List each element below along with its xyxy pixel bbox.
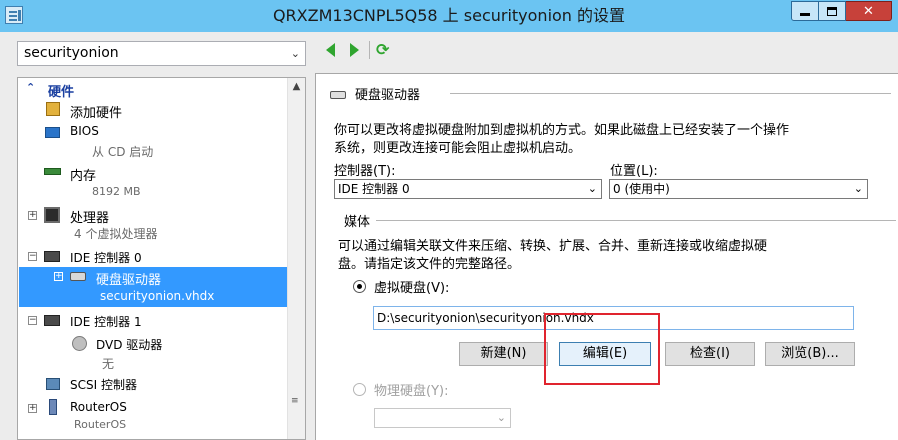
tree-item-sublabel: 4 个虚拟处理器 bbox=[74, 227, 158, 241]
tree-item-bios[interactable]: BIOS 从 CD 启动 bbox=[18, 124, 288, 162]
hard-drive-icon bbox=[70, 272, 86, 281]
inspect-button[interactable]: 检查(I) bbox=[665, 342, 755, 366]
virtual-disk-label: 虚拟硬盘(V): bbox=[374, 281, 450, 296]
controller-label: 控制器(T): bbox=[334, 164, 396, 179]
close-button[interactable]: ✕ bbox=[846, 1, 892, 21]
tree-item-label: BIOS bbox=[70, 124, 99, 138]
physical-disk-radio[interactable] bbox=[353, 383, 366, 396]
hard-drive-icon bbox=[330, 91, 346, 99]
tree-item-label: SCSI 控制器 bbox=[70, 378, 137, 392]
tree-item-memory[interactable]: 内存 8192 MB bbox=[18, 164, 288, 202]
section-divider bbox=[450, 93, 891, 94]
scroll-up-arrow-icon[interactable]: ▲ bbox=[288, 78, 305, 95]
tree-scrollbar[interactable]: ▲ ≡ bbox=[287, 78, 305, 439]
window-controls: ✕ bbox=[791, 1, 892, 23]
scroll-grip-icon[interactable]: ≡ bbox=[291, 396, 301, 406]
bios-icon bbox=[45, 127, 60, 138]
location-label: 位置(L): bbox=[610, 164, 658, 179]
physical-disk-label: 物理硬盘(Y): bbox=[374, 384, 449, 399]
tree-item-label: 内存 bbox=[70, 169, 97, 184]
controller-value: IDE 控制器 0 bbox=[338, 182, 410, 196]
physical-disk-dropdown[interactable]: ⌄ bbox=[374, 408, 511, 428]
media-description-line-1: 可以通过编辑关联文件来压缩、转换、扩展、合并、重新连接或收缩虚拟硬 bbox=[338, 239, 768, 254]
title-bar: QRXZM13CNPL5Q58 上 securityonion 的设置 ✕ bbox=[0, 0, 898, 32]
expand-icon[interactable]: + bbox=[28, 404, 37, 413]
dvd-disc-icon bbox=[72, 336, 87, 351]
tree-item-network-routeros[interactable]: + RouterOS RouterOS bbox=[18, 399, 288, 437]
back-arrow-icon[interactable] bbox=[326, 43, 335, 57]
forward-arrow-icon[interactable] bbox=[350, 43, 359, 57]
settings-window: QRXZM13CNPL5Q58 上 securityonion 的设置 ✕ se… bbox=[0, 0, 898, 440]
minimize-icon bbox=[800, 12, 810, 16]
tree-item-label: IDE 控制器 1 bbox=[70, 315, 142, 329]
minimize-button[interactable] bbox=[791, 1, 819, 21]
tree-item-hard-drive[interactable]: + 硬盘驱动器 securityonion.vhdx bbox=[18, 268, 288, 306]
maximize-icon bbox=[827, 6, 837, 16]
tree-item-sublabel: RouterOS bbox=[74, 418, 127, 431]
ide-controller-icon bbox=[44, 251, 60, 262]
vm-select-value: securityonion bbox=[24, 45, 119, 61]
tree-item-scsi-controller[interactable]: SCSI 控制器 bbox=[18, 376, 288, 394]
processor-icon bbox=[44, 207, 60, 223]
tree-item-sublabel: 从 CD 启动 bbox=[92, 145, 154, 159]
close-icon: ✕ bbox=[863, 3, 874, 19]
collapse-icon[interactable]: − bbox=[28, 252, 37, 261]
add-hardware-icon bbox=[46, 102, 60, 116]
maximize-button[interactable] bbox=[819, 1, 846, 21]
expand-icon[interactable]: + bbox=[54, 272, 63, 281]
network-adapter-icon bbox=[49, 399, 57, 415]
collapse-chevron-icon: ⌃ bbox=[26, 81, 36, 94]
tree-item-sublabel: 8192 MB bbox=[92, 185, 141, 198]
tree-item-dvd-drive[interactable]: DVD 驱动器 无 bbox=[18, 334, 288, 372]
chevron-down-icon: ⌄ bbox=[290, 47, 300, 60]
tree-item-ide-controller-1[interactable]: − IDE 控制器 1 bbox=[18, 312, 288, 330]
chevron-down-icon: ⌄ bbox=[496, 411, 506, 424]
new-button[interactable]: 新建(N) bbox=[459, 342, 548, 366]
chevron-down-icon: ⌄ bbox=[853, 182, 863, 195]
scsi-controller-icon bbox=[46, 378, 60, 390]
tree-item-label: 添加硬件 bbox=[70, 106, 123, 121]
tree-item-processor[interactable]: + 处理器 4 个虚拟处理器 bbox=[18, 206, 288, 244]
tree-item-ide-controller-0[interactable]: − IDE 控制器 0 bbox=[18, 248, 288, 266]
collapse-icon[interactable]: − bbox=[28, 316, 37, 325]
media-divider bbox=[376, 220, 896, 221]
tree-item-sublabel: securityonion.vhdx bbox=[100, 289, 215, 303]
window-title: QRXZM13CNPL5Q58 上 securityonion 的设置 bbox=[272, 6, 626, 25]
media-title: 媒体 bbox=[344, 215, 371, 230]
toolbar-separator bbox=[369, 41, 370, 59]
media-description-line-2: 盘。请指定该文件的完整路径。 bbox=[338, 257, 521, 272]
tree-item-sublabel: 无 bbox=[102, 357, 115, 371]
hardware-tree: ⌃ 硬件 添加硬件 BIOS 从 CD 启动 内存 8192 MB + 处理器 … bbox=[17, 77, 306, 440]
tree-item-label: 处理器 bbox=[70, 211, 110, 226]
settings-app-icon bbox=[5, 6, 23, 24]
tree-item-label: 硬盘驱动器 bbox=[96, 273, 162, 288]
memory-icon bbox=[44, 168, 61, 175]
ide-controller-icon bbox=[44, 315, 60, 326]
tree-category-label: 硬件 bbox=[48, 85, 75, 100]
location-dropdown[interactable]: 0 (使用中) ⌄ bbox=[609, 179, 868, 199]
controller-dropdown[interactable]: IDE 控制器 0 ⌄ bbox=[334, 179, 602, 199]
description-line-2: 系统，则更改连接可能会阻止虚拟机启动。 bbox=[334, 141, 582, 156]
annotation-highlight-box bbox=[544, 313, 660, 385]
virtual-disk-radio[interactable] bbox=[353, 280, 366, 293]
tree-item-label: DVD 驱动器 bbox=[96, 338, 163, 352]
tree-item-label: RouterOS bbox=[70, 400, 127, 414]
expand-icon[interactable]: + bbox=[28, 211, 37, 220]
browse-button[interactable]: 浏览(B)... bbox=[765, 342, 855, 366]
vm-select-dropdown[interactable]: securityonion ⌄ bbox=[17, 41, 306, 66]
refresh-icon[interactable]: ⟳ bbox=[376, 41, 393, 58]
tree-item-add-hardware[interactable]: 添加硬件 bbox=[18, 101, 288, 121]
tree-item-label: IDE 控制器 0 bbox=[70, 251, 142, 265]
chevron-down-icon: ⌄ bbox=[587, 182, 597, 195]
location-value: 0 (使用中) bbox=[613, 182, 670, 196]
section-title: 硬盘驱动器 bbox=[355, 88, 421, 103]
description-line-1: 你可以更改将虚拟硬盘附加到虚拟机的方式。如果此磁盘上已经安装了一个操作 bbox=[334, 123, 790, 138]
